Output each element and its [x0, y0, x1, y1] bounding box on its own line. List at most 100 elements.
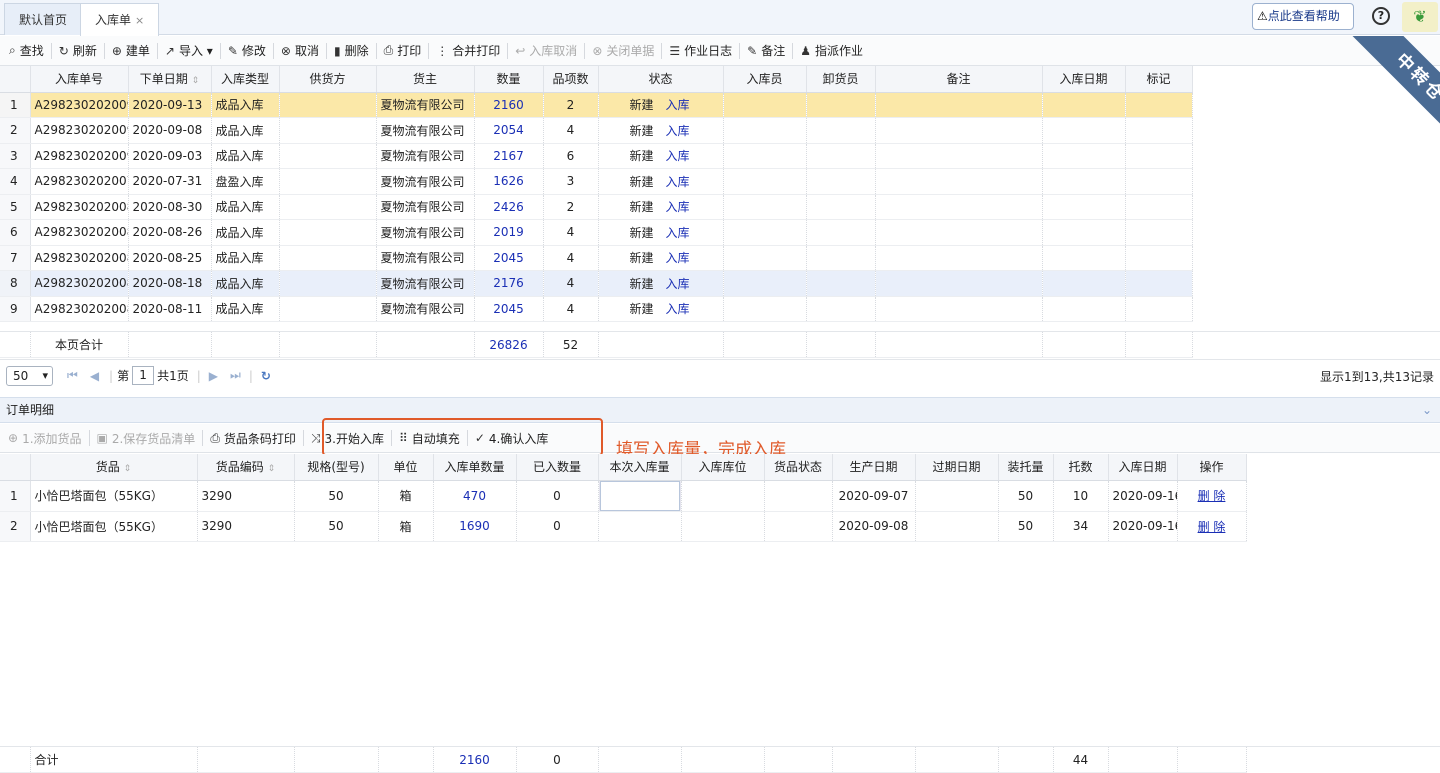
- tab-home[interactable]: 默认首页: [4, 3, 83, 35]
- column-header[interactable]: 供货方: [279, 66, 377, 93]
- column-header[interactable]: 托数: [1053, 454, 1109, 481]
- column-header[interactable]: 卸货员: [806, 66, 876, 93]
- table-row[interactable]: 6A29823020200822020-08-26成品入库 夏物流有限公司2019…: [0, 219, 1193, 246]
- row-number: 3: [0, 143, 31, 169]
- save-goods-list-button[interactable]: ▣ 2.保存货品清单: [92, 427, 201, 449]
- search-button[interactable]: ⌕ 查找: [4, 40, 49, 62]
- help-button[interactable]: ⚠点此查看帮助: [1252, 3, 1354, 30]
- merge-print-button[interactable]: ⋮ 合并打印: [431, 40, 505, 62]
- first-page-icon[interactable]: ⏮: [67, 368, 78, 383]
- column-header[interactable]: 入库员: [723, 66, 807, 93]
- column-header[interactable]: 已入数量: [516, 454, 599, 481]
- skin-icon[interactable]: ❦: [1402, 2, 1438, 32]
- column-header[interactable]: 入库类型: [211, 66, 280, 93]
- refresh-button[interactable]: ↻ 刷新: [54, 40, 102, 62]
- column-header[interactable]: 货品 ⇕: [30, 454, 198, 481]
- inbound-quantity-input[interactable]: [599, 480, 680, 510]
- column-header[interactable]: 状态: [598, 66, 724, 93]
- column-header[interactable]: 入库单数量: [433, 454, 517, 481]
- delete-link[interactable]: 删 除: [1198, 520, 1226, 534]
- column-header[interactable]: 货主: [376, 66, 475, 93]
- column-header[interactable]: 单位: [378, 454, 434, 481]
- empty-cell: [1042, 92, 1126, 118]
- question-icon[interactable]: ?: [1372, 7, 1390, 25]
- delete-button[interactable]: ▮ 删除: [329, 40, 374, 62]
- add-goods-button[interactable]: ⊕ 1.添加货品: [3, 427, 87, 449]
- column-header[interactable]: 数量: [474, 66, 544, 93]
- column-header[interactable]: 生产日期: [832, 454, 916, 481]
- column-header[interactable]: 货品状态: [764, 454, 833, 481]
- supplier: [279, 270, 377, 297]
- column-header[interactable]: 规格(型号): [294, 454, 379, 481]
- page-number-input[interactable]: 1: [132, 366, 155, 385]
- empty-cell: [723, 92, 807, 118]
- inbound-link[interactable]: 入库: [666, 277, 690, 291]
- status-text: 新建: [629, 276, 654, 291]
- order-number: A2982302020081: [30, 296, 129, 322]
- column-header[interactable]: 操作: [1177, 454, 1247, 481]
- summary-cell: [723, 332, 807, 358]
- barcode-print-button[interactable]: ⎙ 货品条码打印: [205, 427, 301, 449]
- next-page-icon[interactable]: ▶: [209, 369, 218, 383]
- edit-button[interactable]: ✎ 修改: [223, 40, 271, 62]
- location[interactable]: [681, 480, 765, 512]
- inbound-quantity-cell[interactable]: [598, 480, 682, 512]
- production-date: 2020-09-07: [832, 480, 916, 512]
- column-header[interactable]: 货品编码 ⇕: [197, 454, 295, 481]
- table-row[interactable]: 1A29823020200912020-09-13成品入库 夏物流有限公司2160…: [0, 92, 1193, 118]
- inbound-link[interactable]: 入库: [666, 226, 690, 240]
- close-icon[interactable]: ×: [135, 14, 144, 27]
- item-count: 4: [543, 296, 599, 322]
- tab-inbound-order[interactable]: 入库单 ×: [80, 3, 160, 36]
- table-row[interactable]: 3A29823020200902020-09-03成品入库 夏物流有限公司2167…: [0, 143, 1193, 169]
- print-button[interactable]: ⎙ 打印: [379, 40, 427, 62]
- reload-icon[interactable]: ↻: [261, 369, 271, 383]
- work-log-button[interactable]: ☰ 作业日志: [664, 40, 737, 62]
- assign-job-button[interactable]: ♟ 指派作业: [795, 40, 868, 62]
- order-date: 2020-08-11: [128, 296, 212, 322]
- create-button[interactable]: ⊕ 建单: [107, 40, 155, 62]
- detail-summary-table: 合计 2160 0 44: [0, 747, 1247, 773]
- inbound-quantity-cell[interactable]: [598, 511, 682, 542]
- column-header[interactable]: 下单日期 ⇕: [128, 66, 212, 93]
- column-header[interactable]: 品项数: [543, 66, 599, 93]
- column-header[interactable]: 入库单号: [30, 66, 129, 93]
- column-header[interactable]: 备注: [875, 66, 1043, 93]
- column-header[interactable]: 入库日期: [1042, 66, 1126, 93]
- close-order-button[interactable]: ⊗ 关闭单据: [587, 40, 659, 62]
- table-row[interactable]: 7A29823020200822020-08-25成品入库 夏物流有限公司2045…: [0, 245, 1193, 271]
- cancel-button[interactable]: ⊗ 取消: [276, 40, 324, 62]
- remark-button[interactable]: ✎ 备注: [742, 40, 790, 62]
- import-button[interactable]: ↗ 导入 ▾: [160, 40, 218, 62]
- table-row[interactable]: 1 小恰巴塔面包（55KG） 3290 50 箱 470 0 2020-09-07 50 10 20…: [0, 480, 1247, 512]
- inbound-link[interactable]: 入库: [666, 251, 690, 265]
- table-row[interactable]: 8A29823020200812020-08-18成品入库 夏物流有限公司2176…: [0, 270, 1193, 297]
- table-header: 入库单号 下单日期 ⇕ 入库类型 供货方 货主 数量 品项数 状态 入库员 卸货…: [0, 66, 1193, 93]
- table-row[interactable]: 5A29823020200832020-08-30成品入库 夏物流有限公司2426…: [0, 194, 1193, 220]
- column-header[interactable]: 标记: [1125, 66, 1193, 93]
- inbound-link[interactable]: 入库: [666, 98, 690, 112]
- prev-page-icon[interactable]: ◀: [90, 369, 99, 383]
- collapse-icon[interactable]: ⌄: [1422, 398, 1432, 422]
- last-page-icon[interactable]: ⏭: [230, 368, 241, 383]
- page-size-select[interactable]: 50: [6, 365, 53, 386]
- inbound-link[interactable]: 入库: [666, 124, 690, 138]
- inbound-link[interactable]: 入库: [666, 149, 690, 163]
- column-header[interactable]: 装托量: [998, 454, 1054, 481]
- column-header[interactable]: 本次入库量: [598, 454, 682, 481]
- table-row[interactable]: 2A29823020200902020-09-08成品入库 夏物流有限公司2054…: [0, 117, 1193, 144]
- inbound-link[interactable]: 入库: [666, 175, 690, 189]
- column-header[interactable]: 入库日期: [1108, 454, 1178, 481]
- inbound-link[interactable]: 入库: [666, 200, 690, 214]
- inbound-link[interactable]: 入库: [666, 302, 690, 316]
- column-header[interactable]: 过期日期: [915, 454, 999, 481]
- table-row[interactable]: 9A29823020200812020-08-11成品入库 夏物流有限公司2045…: [0, 296, 1193, 322]
- column-header[interactable]: 入库库位: [681, 454, 765, 481]
- table-row[interactable]: 4A29823020200732020-07-31盘盈入库 夏物流有限公司1626…: [0, 168, 1193, 195]
- location[interactable]: [681, 511, 765, 542]
- table-row[interactable]: 2 小恰巴塔面包（55KG） 3290 50 箱 1690 0 2020-09-08 50 34 2…: [0, 511, 1247, 542]
- column-header: [0, 66, 31, 93]
- ribbon-label: 中转仓: [1350, 36, 1440, 126]
- delete-link[interactable]: 删 除: [1198, 489, 1226, 503]
- inbound-cancel-button[interactable]: ↩ 入库取消: [510, 40, 582, 62]
